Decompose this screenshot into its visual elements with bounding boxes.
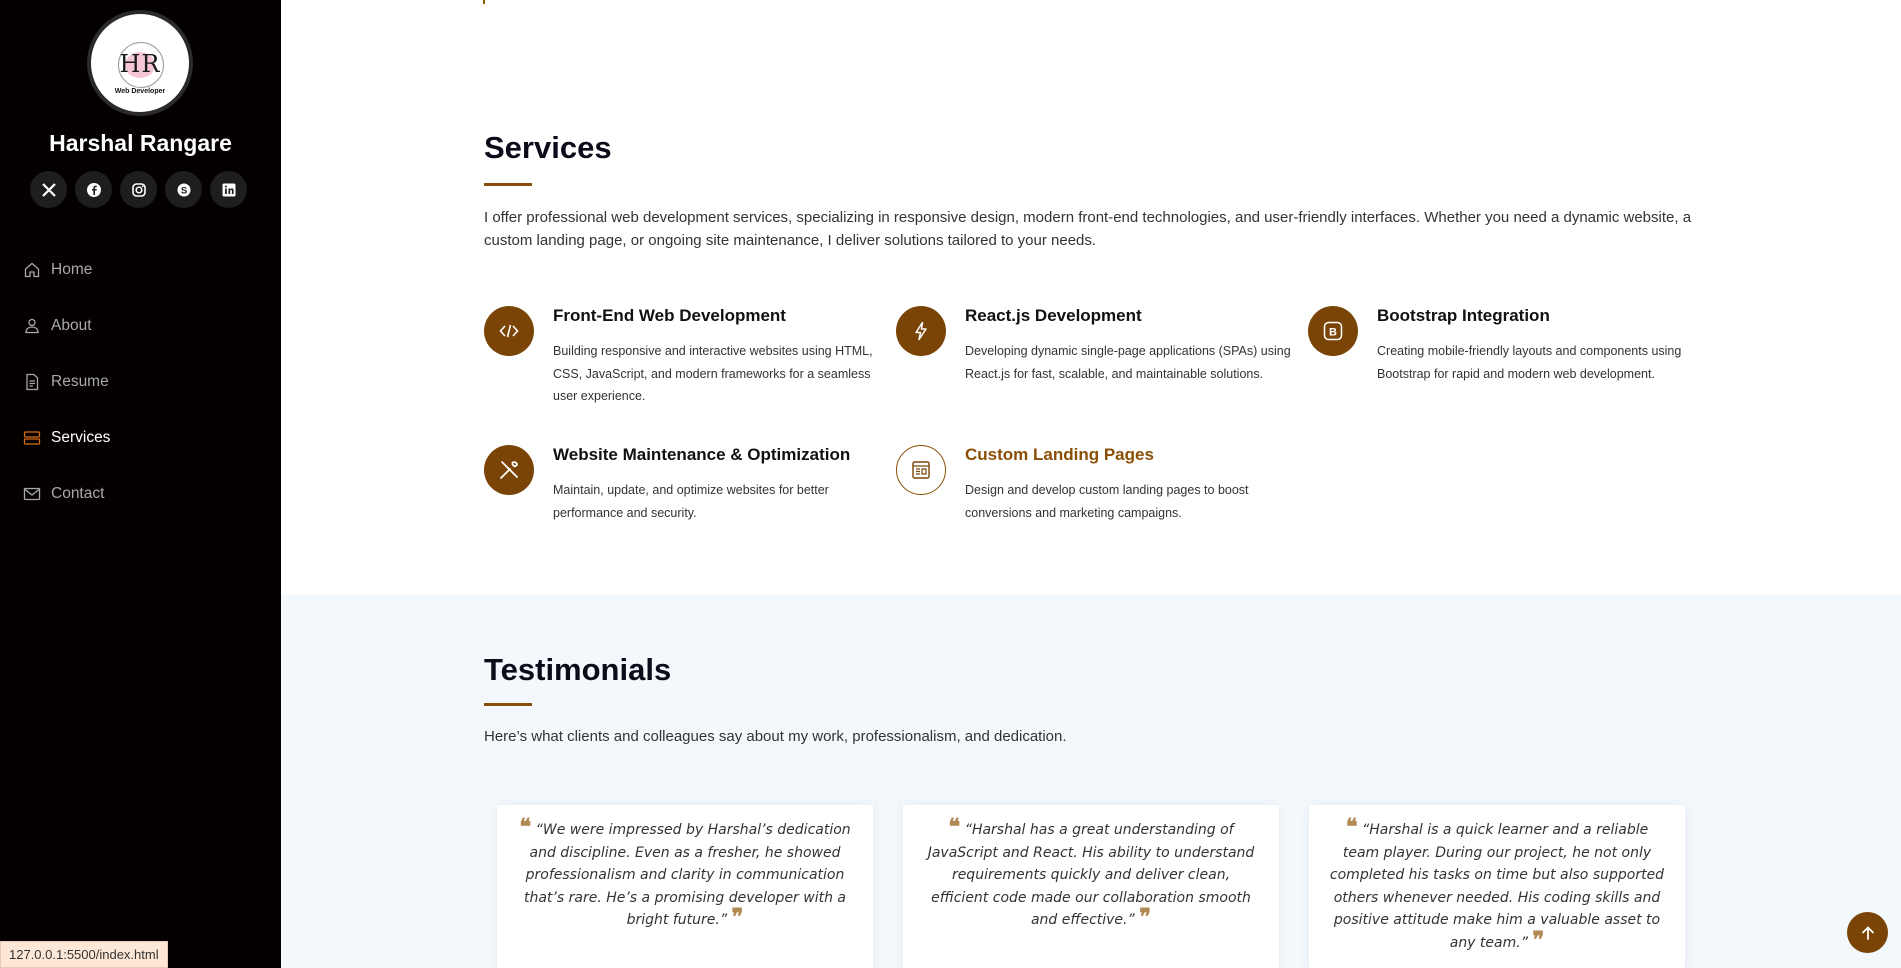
service-description: Design and develop custom landing pages … <box>965 483 1249 520</box>
tools-icon <box>484 445 534 495</box>
services-title-underline <box>484 183 532 186</box>
services-title: Services <box>484 130 612 165</box>
quote-open-icon: ❝ <box>1345 814 1358 840</box>
avatar-subtitle: Web Developer <box>114 88 166 95</box>
nav-label-about: About <box>51 317 92 334</box>
testimonial-card: ❝ “We were impressed by Harshal’s dedica… <box>497 805 873 968</box>
x-twitter-icon <box>41 182 56 197</box>
service-description: Creating mobile-friendly layouts and com… <box>1377 344 1682 381</box>
testimonial-card: ❝ “Harshal is a quick learner and a reli… <box>1309 805 1685 968</box>
social-links: S <box>30 171 247 208</box>
nav-item-services[interactable]: Services <box>22 410 110 466</box>
file-text-icon <box>22 372 42 392</box>
svg-text:B: B <box>1329 327 1337 339</box>
hdd-stack-icon <box>22 428 42 448</box>
main-nav: Home About Resume Services Contact <box>22 242 110 522</box>
facebook-icon <box>86 182 101 197</box>
linkedin-icon <box>222 183 235 196</box>
nav-item-home[interactable]: Home <box>22 242 110 298</box>
skype-icon: S <box>177 183 190 196</box>
testimonial-text: “Harshal is a quick learner and a reliab… <box>1329 822 1665 951</box>
service-title[interactable]: Front-End Web Development <box>553 306 786 326</box>
nav-label-services: Services <box>51 429 111 446</box>
testimonials-title: Testimonials <box>484 652 672 687</box>
testimonials-title-underline <box>484 703 532 706</box>
browser-status-url: 127.0.0.1:5500/index.html <box>0 941 168 968</box>
profile-name: Harshal Rangare <box>49 130 232 156</box>
sidebar: HR Web Developer Harshal Rangare S Home … <box>0 0 281 968</box>
nav-item-resume[interactable]: Resume <box>22 354 110 410</box>
instagram-link[interactable] <box>120 171 157 208</box>
quote-open-icon: ❝ <box>519 814 532 840</box>
house-icon <box>22 260 42 280</box>
facebook-link[interactable] <box>75 171 112 208</box>
nav-item-contact[interactable]: Contact <box>22 466 110 522</box>
service-description: Building responsive and interactive webs… <box>553 344 873 403</box>
service-title[interactable]: React.js Development <box>965 306 1142 326</box>
testimonials-section: Testimonials Here’s what clients and col… <box>281 595 1901 968</box>
testimonials-description: Here’s what clients and colleagues say a… <box>484 728 1067 745</box>
envelope-icon <box>22 484 42 504</box>
service-title[interactable]: Website Maintenance & Optimization <box>553 445 850 465</box>
testimonial-text: “Harshal has a great understanding of Ja… <box>927 822 1255 928</box>
quote-close-icon: ❞ <box>1532 926 1545 953</box>
quote-close-icon: ❞ <box>731 904 744 930</box>
linkedin-link[interactable] <box>210 171 247 208</box>
testimonial-card: ❝ “Harshal has a great understanding of … <box>903 805 1279 968</box>
x-twitter-link[interactable] <box>30 171 67 208</box>
services-description: I offer professional web development ser… <box>484 209 1692 249</box>
main-content: Services I offer professional web develo… <box>281 0 1901 968</box>
service-description: Developing dynamic single-page applicati… <box>965 344 1291 381</box>
service-title[interactable]: Custom Landing Pages <box>965 445 1154 465</box>
svg-text:S: S <box>180 185 186 196</box>
quote-close-icon: ❞ <box>1139 904 1152 930</box>
nav-label-home: Home <box>51 261 93 278</box>
person-icon <box>22 316 42 336</box>
bootstrap-icon: B <box>1308 306 1358 356</box>
skype-link[interactable]: S <box>165 171 202 208</box>
avatar-monogram: HR <box>119 50 161 78</box>
nav-label-resume: Resume <box>51 373 109 390</box>
quote-open-icon: ❝ <box>948 814 961 840</box>
lightning-icon <box>896 306 946 356</box>
service-title[interactable]: Bootstrap Integration <box>1377 306 1550 326</box>
avatar: HR Web Developer <box>87 10 193 116</box>
code-slash-icon <box>484 306 534 356</box>
layout-icon <box>896 445 946 495</box>
testimonial-text: “We were impressed by Harshal’s dedicati… <box>523 822 851 928</box>
nav-label-contact: Contact <box>51 485 105 502</box>
nav-item-about[interactable]: About <box>22 298 110 354</box>
scroll-top-button[interactable] <box>1847 912 1888 953</box>
service-description: Maintain, update, and optimize websites … <box>553 483 829 520</box>
previous-section-edge <box>483 0 485 4</box>
instagram-icon <box>131 182 146 197</box>
arrow-up-icon <box>1861 926 1874 940</box>
